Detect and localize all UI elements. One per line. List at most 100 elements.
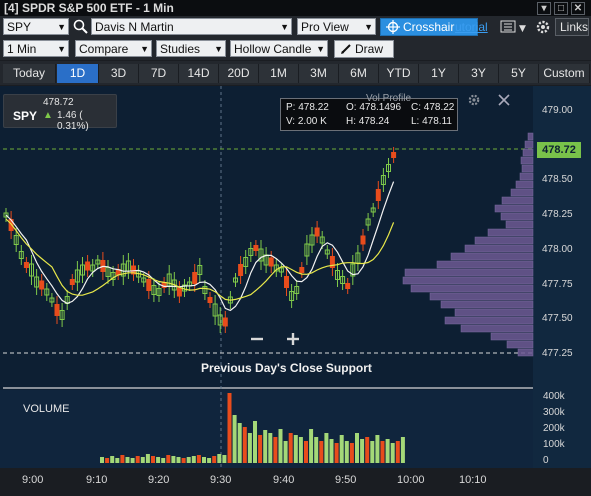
- timeframe-ytd[interactable]: YTD: [379, 64, 419, 83]
- menu-icon[interactable]: ▼: [500, 19, 534, 35]
- volume-bar: [370, 441, 375, 463]
- timeframe-custom[interactable]: Custom: [539, 64, 590, 83]
- gear-icon[interactable]: [467, 93, 481, 107]
- price-axis-tick: 478.00: [542, 244, 573, 255]
- volume-bar: [105, 458, 110, 463]
- volume-profile-bar: [436, 260, 534, 269]
- support-label: Previous Day's Close Support: [201, 361, 372, 375]
- volume-bar: [232, 415, 237, 463]
- draw-label: Draw: [355, 42, 384, 56]
- candle-body: [391, 152, 397, 158]
- zoom-in-icon[interactable]: [285, 331, 301, 347]
- volume-bar: [293, 435, 298, 463]
- volume-bar: [110, 456, 115, 463]
- volume-bar: [176, 457, 181, 463]
- timeframe-3m[interactable]: 3M: [299, 64, 339, 83]
- crosshair-label: Crosshair: [403, 20, 455, 34]
- volume-bar: [390, 443, 395, 463]
- timeframe-today[interactable]: Today: [3, 64, 56, 83]
- close-icon[interactable]: [498, 94, 510, 106]
- draw-button[interactable]: Draw: [334, 40, 394, 58]
- volume-profile-bar: [520, 156, 534, 165]
- price-chart[interactable]: [0, 86, 591, 496]
- chevron-down-icon: ▼: [280, 22, 289, 32]
- volume-axis-tick: 300k: [543, 407, 565, 418]
- volume-profile-bar: [490, 332, 534, 341]
- volume-bar: [247, 433, 252, 463]
- maximize-icon[interactable]: □: [554, 2, 568, 15]
- volume-bar: [344, 441, 349, 463]
- quote-price: 478.72: [43, 97, 74, 108]
- search-icon[interactable]: [73, 19, 89, 35]
- candle-body: [176, 287, 182, 297]
- volume-bar: [380, 441, 385, 463]
- volume-bar: [400, 437, 405, 463]
- volume-bar: [253, 421, 257, 463]
- volume-profile-bar: [505, 220, 534, 229]
- volume-profile-bar: [487, 228, 534, 237]
- volume-bar: [196, 455, 201, 463]
- timeframe-1y[interactable]: 1Y: [419, 64, 459, 83]
- volume-bar: [217, 454, 222, 463]
- volume-bar: [309, 429, 314, 463]
- account-select[interactable]: Davis N Martin ▼: [91, 18, 292, 35]
- timeframe-3d[interactable]: 3D: [99, 64, 139, 83]
- studies-select[interactable]: Studies ▼: [156, 40, 226, 57]
- volume-bar: [263, 430, 268, 463]
- svg-text:▼: ▼: [519, 24, 526, 34]
- volume-bar: [135, 456, 140, 463]
- last-price-tag: 478.72: [537, 142, 581, 158]
- tutorial-link[interactable]: utorial: [455, 20, 488, 34]
- time-axis-tick: 9:30: [210, 474, 232, 486]
- volume-profile-bar: [474, 236, 534, 245]
- compare-select[interactable]: Compare ▼: [75, 40, 152, 57]
- close-icon[interactable]: ✕: [571, 2, 585, 15]
- timeframe-7d[interactable]: 7D: [139, 64, 179, 83]
- gear-icon[interactable]: [535, 19, 551, 35]
- view-select[interactable]: Pro View ▼: [297, 18, 376, 35]
- chevron-down-icon: ▼: [57, 22, 66, 32]
- volume-profile-bar: [402, 276, 534, 285]
- interval-value: 1 Min: [7, 42, 37, 56]
- volume-bar: [227, 393, 232, 463]
- studies-label: Studies: [160, 42, 201, 56]
- candle-body: [39, 280, 45, 290]
- candle-body: [23, 262, 29, 268]
- interval-select[interactable]: 1 Min ▼: [3, 40, 69, 57]
- candle-body: [146, 279, 152, 291]
- candle-body: [268, 257, 274, 267]
- ohlc-high: H: 478.24: [346, 116, 390, 127]
- volume-bar: [186, 457, 191, 463]
- timeframe-14d[interactable]: 14D: [179, 64, 219, 83]
- candle-body: [314, 227, 320, 237]
- timeframe-3y[interactable]: 3Y: [459, 64, 499, 83]
- volume-bar: [324, 433, 329, 463]
- timeframe-5y[interactable]: 5Y: [499, 64, 539, 83]
- price-axis-tick: 479.00: [542, 105, 573, 116]
- volume-bar: [202, 457, 206, 463]
- symbol-toolbar: SPY ▼ Davis N Martin ▼ Pro View ▼ Crossh…: [0, 16, 591, 38]
- timeframe-6m[interactable]: 6M: [339, 64, 379, 83]
- study-toolbar: 1 Min ▼ Compare ▼ Studies ▼ Hollow Candl…: [0, 38, 591, 60]
- ohlc-low: L: 478.11: [411, 116, 452, 127]
- links-button[interactable]: Links: [555, 18, 589, 36]
- volume-bar: [212, 456, 217, 463]
- chart-type-select[interactable]: Hollow Candle ▼: [230, 40, 328, 57]
- zoom-out-icon[interactable]: [249, 331, 265, 347]
- minimize-icon[interactable]: ▾: [537, 2, 551, 15]
- timeframe-20d[interactable]: 20D: [219, 64, 259, 83]
- timeframe-1m[interactable]: 1M: [259, 64, 299, 83]
- volume-bar: [314, 437, 319, 463]
- candle-body: [192, 272, 198, 284]
- volume-bar: [171, 456, 176, 463]
- chart-panel[interactable]: [0, 86, 591, 496]
- volume-profile-bar: [515, 180, 534, 189]
- volume-bar: [278, 429, 283, 463]
- chevron-down-icon: ▼: [57, 44, 66, 54]
- volume-bar: [334, 443, 339, 463]
- volume-bar: [237, 423, 242, 463]
- volume-bar: [100, 457, 104, 463]
- symbol-select[interactable]: SPY ▼: [3, 18, 69, 35]
- timeframe-1d[interactable]: 1D: [57, 64, 99, 83]
- ohlc-close: C: 478.22: [411, 102, 455, 113]
